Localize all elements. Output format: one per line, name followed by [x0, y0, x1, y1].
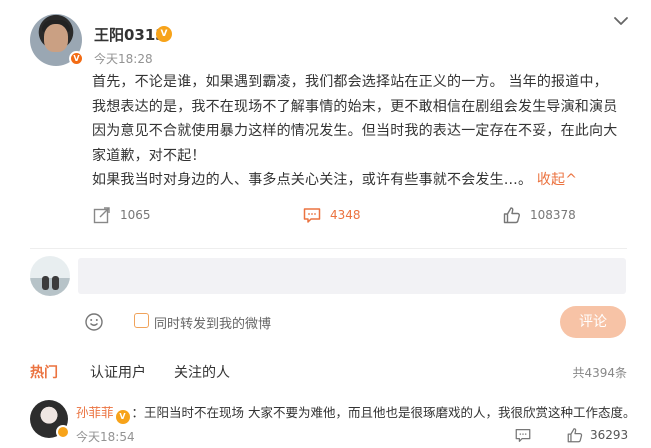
comment-icon — [303, 208, 321, 223]
like-count: 108378 — [530, 208, 576, 222]
vip-icon: V — [156, 26, 172, 42]
tab-hot[interactable]: 热门 — [30, 362, 58, 382]
vip-icon: V — [115, 410, 130, 424]
post-timestamp[interactable]: 今天18:28 — [94, 50, 153, 67]
thumbs-up-icon — [503, 207, 520, 224]
weibo-post-card: V 王阳0313 V 今天18:28 首先，不论是谁，如果遇到霸凌，我们都会选择… — [0, 0, 651, 448]
submit-comment-button[interactable]: 评论 — [560, 306, 626, 338]
reply-like-button[interactable]: 36293 — [566, 426, 628, 444]
post-paragraph-2: 如果我当时对身边的人、事多点关心关注，或许有些事就不会发生…。 收起^ — [92, 168, 622, 193]
reply-timestamp: 今天18:54 — [76, 430, 135, 444]
repost-count: 1065 — [120, 208, 151, 222]
reply-username[interactable]: 孙菲菲 — [76, 405, 114, 420]
author-name[interactable]: 王阳0313 — [94, 24, 166, 45]
comment-button[interactable]: 4348 — [302, 205, 361, 225]
tab-following[interactable]: 关注的人 — [174, 362, 230, 382]
chevron-down-icon[interactable] — [612, 12, 630, 30]
comment-icon[interactable] — [514, 426, 532, 444]
reply-avatar[interactable] — [30, 400, 70, 439]
avatar-figure — [42, 276, 49, 290]
comment-total: 共4394条 — [572, 366, 627, 380]
repost-checkbox[interactable] — [134, 313, 149, 328]
divider — [30, 248, 627, 249]
post-actions: 1065 4348 108378 — [0, 200, 651, 230]
verified-badge-icon: V — [69, 51, 84, 66]
reply-text: ：王阳当时不在现场 大家不要为难他，而且他也是很琢磨戏的人，我很欣赏这种工作态度… — [131, 405, 636, 420]
like-button[interactable]: 108378 — [502, 205, 576, 225]
repost-button[interactable]: 1065 — [92, 205, 151, 225]
post-paragraph-1: 首先，不论是谁，如果遇到霸凌，我们都会选择站在正义的一方。 当年的报道中，我想表… — [92, 74, 618, 164]
tab-verified-users[interactable]: 认证用户 — [90, 362, 146, 382]
collapse-link[interactable]: 收起^ — [537, 172, 577, 188]
comment-filter-tabs: 热门 认证用户 关注的人 共4394条 — [0, 358, 651, 384]
avatar-figure — [52, 276, 59, 290]
post-paragraph-2-text: 如果我当时对身边的人、事多点关心关注，或许有些事就不会发生…。 — [92, 172, 533, 188]
comment-count: 4348 — [330, 208, 361, 222]
share-icon — [93, 207, 110, 224]
reply-content: 孙菲菲 V ：王阳当时不在现场 大家不要为难他，而且他也是很琢磨戏的人，我很欣赏这种… — [76, 402, 636, 424]
verified-badge-icon — [56, 425, 70, 439]
post-content: 首先，不论是谁，如果遇到霸凌，我们都会选择站在正义的一方。 当年的报道中，我想表… — [92, 70, 622, 193]
comment-input[interactable] — [78, 258, 626, 294]
repost-checkbox-label[interactable]: 同时转发到我的微博 — [154, 313, 271, 332]
avatar-face — [44, 24, 68, 52]
smiley-icon[interactable] — [84, 312, 104, 332]
current-user-avatar — [30, 256, 70, 296]
author-avatar[interactable]: V — [30, 14, 84, 66]
thumbs-up-icon — [567, 428, 583, 443]
reply-like-count: 36293 — [590, 428, 629, 442]
